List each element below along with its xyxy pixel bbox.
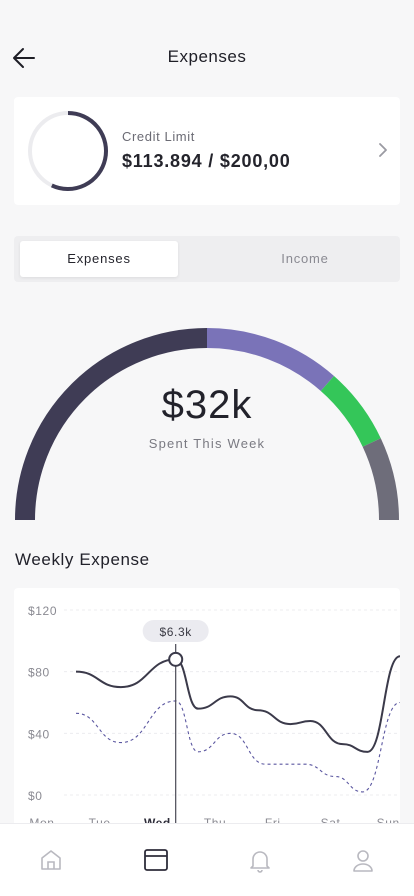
card-icon[interactable] — [142, 846, 170, 874]
gauge-amount: $32k — [161, 383, 253, 427]
y-tick-label: $120 — [28, 604, 57, 618]
bottom-tab-bar — [0, 823, 414, 896]
expense-income-toggle: Expenses Income — [14, 236, 400, 282]
line-chart: $120$80$40$0$6.3kMon Tue Wed Thu Fri Sat Sun — [28, 604, 400, 828]
gauge-subtitle: Spent This Week — [148, 436, 266, 451]
user-icon[interactable] — [349, 846, 377, 874]
gauge-segment-3 — [362, 438, 400, 521]
y-tick-label: $40 — [28, 727, 50, 741]
credit-limit-card[interactable]: Credit Limit $113.894 / $200,00 — [14, 97, 400, 205]
tab-expenses[interactable]: Expenses — [20, 241, 178, 277]
series-line-0 — [75, 655, 400, 753]
weekly-expense-chart: $120 $80 $40 $0 $6.3k Mon Tue Wed Thu Fri Sat Sun — [14, 588, 400, 828]
tooltip-value: $6.3k — [160, 625, 193, 639]
tab-income[interactable]: Income — [210, 241, 400, 277]
credit-limit-value: $113.894 / $200,00 — [122, 151, 291, 171]
home-icon[interactable] — [37, 846, 65, 874]
app-header: Expenses — [0, 0, 414, 96]
y-tick-label: $0 — [28, 789, 43, 803]
credit-ring-progress — [50, 111, 108, 191]
gauge-segment-1 — [206, 328, 335, 392]
gauge-segment-0 — [15, 328, 208, 521]
weekly-expense-title: Weekly Expense — [15, 550, 150, 569]
page-title: Expenses — [167, 47, 247, 66]
bell-icon[interactable] — [246, 846, 274, 874]
y-tick-label: $80 — [28, 666, 50, 680]
credit-limit-label: Credit Limit — [122, 129, 195, 144]
chevron-right-icon[interactable] — [376, 140, 390, 160]
credit-progress-ring — [28, 111, 108, 191]
selection-point — [168, 651, 184, 667]
